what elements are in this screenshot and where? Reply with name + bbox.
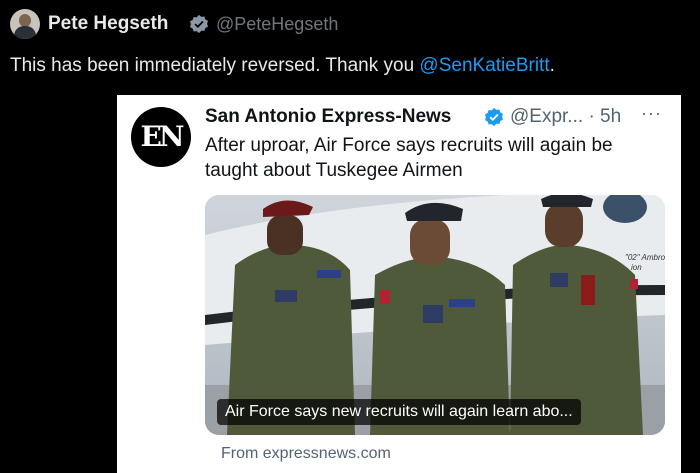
author-name[interactable]: Pete Hegseth	[48, 13, 168, 35]
mention-link[interactable]: @SenKatieBritt	[419, 55, 549, 76]
embedded-tweet-card[interactable]: EN San Antonio Express-News @Expr... · 5…	[117, 95, 681, 473]
publisher-logo[interactable]: EN	[131, 107, 191, 167]
media-caption: Air Force says new recruits will again l…	[217, 399, 581, 425]
embedded-time: · 5h	[588, 106, 622, 127]
tweet-text-after: .	[549, 55, 555, 76]
link-source[interactable]: From expressnews.com	[221, 445, 391, 463]
avatar-body	[14, 26, 36, 39]
avatar[interactable]	[10, 9, 40, 39]
more-icon[interactable]: ···	[641, 103, 662, 124]
author-handle[interactable]: @PeteHegseth	[216, 14, 338, 35]
verified-icon	[485, 107, 503, 127]
embedded-handle-and-time[interactable]: @Expr... · 5h	[510, 106, 621, 128]
embedded-author-name[interactable]: San Antonio Express-News	[205, 106, 451, 128]
verified-icon	[190, 14, 208, 34]
tweet-text: This has been immediately reversed. Than…	[10, 55, 555, 77]
embedded-tweet-text: After uproar, Air Force says recruits wi…	[205, 135, 613, 181]
tweet-text-before: This has been immediately reversed. Than…	[10, 55, 420, 76]
media-image[interactable]: EA "02" Ambroion	[205, 195, 665, 435]
embedded-handle[interactable]: @Expr...	[510, 106, 583, 127]
